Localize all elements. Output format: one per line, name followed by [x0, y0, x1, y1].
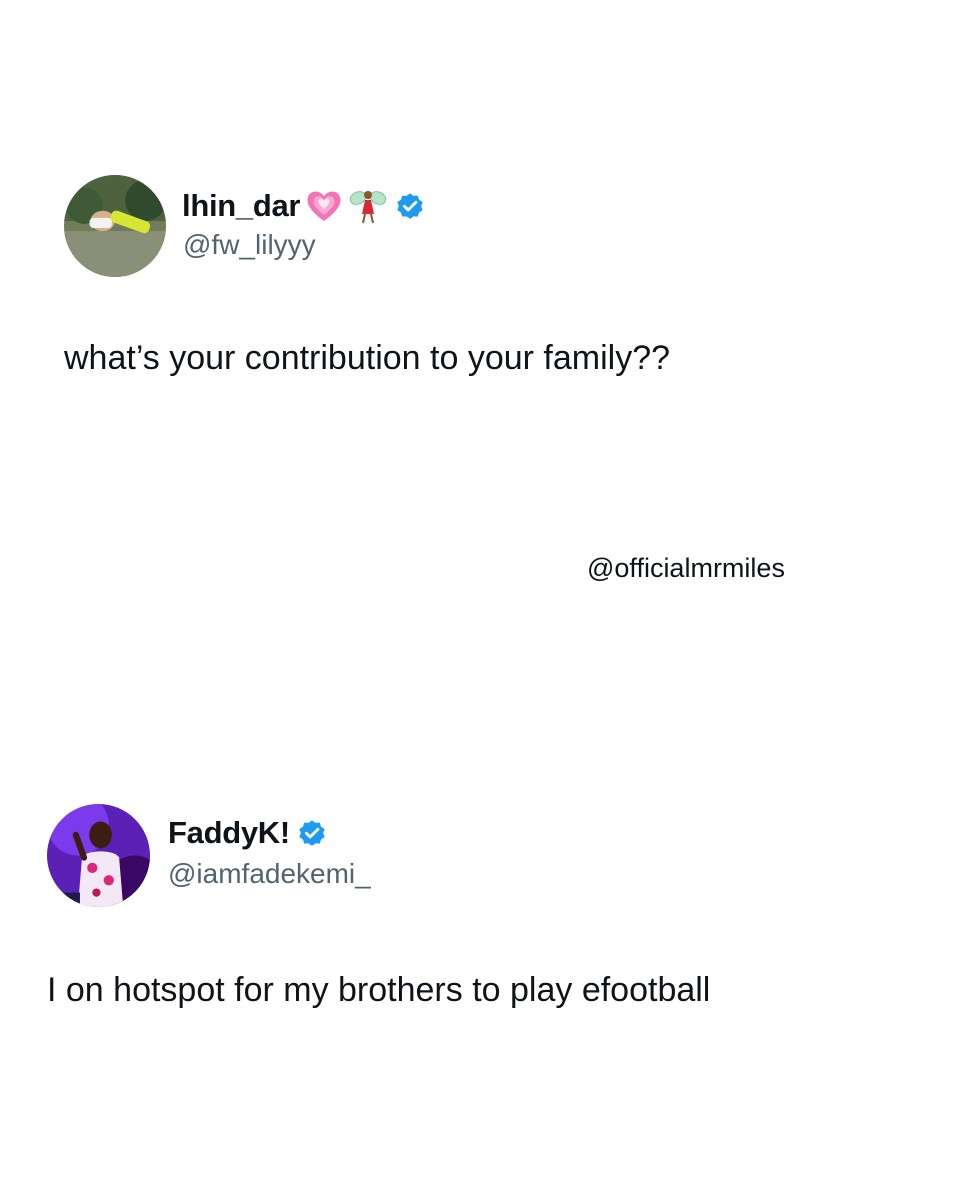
tweet-text: I on hotspot for my brothers to play efo…	[47, 971, 711, 1009]
avatar[interactable]	[47, 804, 150, 907]
handle[interactable]: @iamfadekemi_	[168, 858, 371, 890]
avatar-photo	[47, 804, 150, 907]
verified-badge-icon	[394, 190, 426, 222]
avatar[interactable]	[64, 175, 166, 277]
handle[interactable]: @fw_lilyyy	[183, 229, 316, 261]
display-name[interactable]: FaddyK!	[168, 815, 290, 851]
avatar-photo	[64, 175, 166, 277]
display-name[interactable]: lhin_dar	[182, 188, 300, 224]
fairy-icon	[348, 186, 388, 226]
tweet-text: what’s your contribution to your family?…	[64, 339, 671, 377]
verified-badge-icon	[296, 817, 328, 849]
name-row: FaddyK!	[168, 815, 328, 851]
watermark: @officialmrmiles	[587, 553, 785, 583]
name-row: lhin_dar	[182, 186, 426, 226]
growing-heart-icon	[304, 186, 344, 226]
